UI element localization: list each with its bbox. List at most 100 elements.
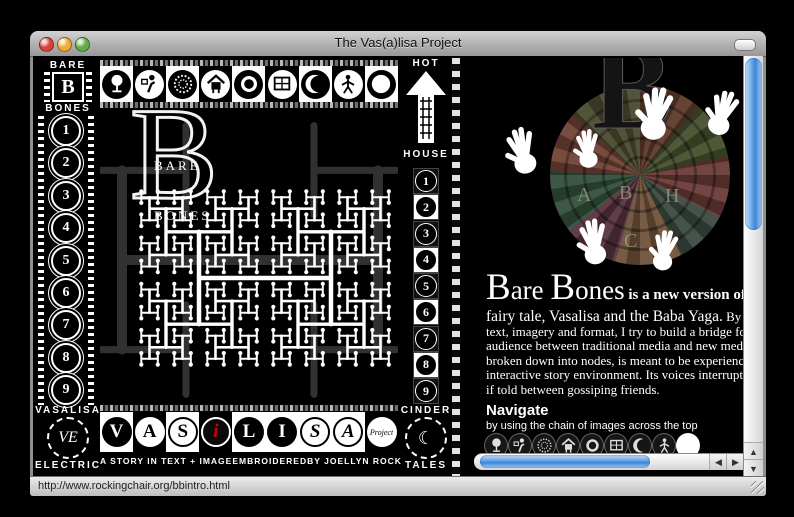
chapter-icon-link[interactable] xyxy=(232,66,265,102)
browser-content: BARE B BONES xyxy=(33,56,763,477)
paragraph-line: if told between gossiping friends. xyxy=(486,383,745,398)
chapter-number-link[interactable]: 9 xyxy=(51,375,81,405)
chain-border xyxy=(44,72,50,102)
chapter-icon-link[interactable] xyxy=(199,66,232,102)
intro-frame: B A B H C Bare Bones is a new version of… xyxy=(474,58,745,470)
bare-bones-corner-link[interactable]: BARE B BONES xyxy=(38,60,98,114)
bone-tree-panel: B BARE BONES xyxy=(100,110,398,405)
project-badge: Project xyxy=(365,412,398,452)
chapter-number-link[interactable]: 8 xyxy=(51,343,81,373)
corner-label: BARE xyxy=(50,60,86,71)
scroll-up-arrow[interactable]: ▲ xyxy=(744,442,763,460)
hand-icon xyxy=(571,214,617,269)
corner-label: VASALISA xyxy=(35,405,101,416)
chapter-number-link[interactable]: 2 xyxy=(51,148,81,178)
paragraph-line: broken down into nodes, is meant to be e… xyxy=(486,354,745,369)
horizontal-scrollbar[interactable]: ◀ ▶ xyxy=(474,453,745,470)
ornate-letter-tile: A xyxy=(332,412,365,452)
chapter-number-link[interactable]: 7 xyxy=(413,326,439,352)
chapter-number-link[interactable]: 2 xyxy=(413,194,439,220)
hot-house-link[interactable]: HOT HOUSE xyxy=(400,58,452,166)
hand-icon xyxy=(569,122,606,175)
ornamental-b: B BARE BONES xyxy=(130,116,230,252)
chapter-number-link[interactable]: 5 xyxy=(413,273,439,299)
chapter-icon-link[interactable] xyxy=(332,66,365,102)
corner-label: CINDER xyxy=(401,405,451,416)
horizontal-scrollbar-thumb[interactable] xyxy=(480,455,650,468)
status-url: http://www.rockingchair.org/bbintro.html xyxy=(38,480,230,492)
hand-icon xyxy=(697,82,745,143)
ornate-letter: S xyxy=(300,417,330,447)
toolbar-toggle-button[interactable] xyxy=(734,39,756,51)
ornate-letter-tile: S xyxy=(166,412,199,452)
left-chapter-column: 123456789 xyxy=(38,116,94,405)
chapter-icon-row xyxy=(100,66,398,102)
chapter-icon xyxy=(238,73,260,95)
chapter-number-link[interactable]: 5 xyxy=(51,246,81,276)
letter-b-tile: B xyxy=(52,72,84,102)
ve-monogram-logo: VE xyxy=(47,417,89,459)
scroll-down-arrow[interactable]: ▼ xyxy=(744,459,763,477)
chapter-number: 7 xyxy=(415,328,437,350)
chapter-number-link[interactable]: 1 xyxy=(51,116,81,146)
top-image-chain xyxy=(100,60,398,110)
navigate-icon xyxy=(560,437,577,454)
chain-border xyxy=(38,116,44,405)
ornate-letter-tile: i xyxy=(199,412,232,452)
chapter-number-link[interactable]: 9 xyxy=(413,378,439,404)
paragraph-line: interactive story environment. Its voice… xyxy=(486,368,745,383)
chapter-icon-link[interactable] xyxy=(265,66,298,102)
chapter-number-link[interactable]: 7 xyxy=(51,310,81,340)
bones-word: BONES xyxy=(154,208,212,224)
house-arrow-icon xyxy=(404,69,448,149)
vertical-scrollbar-thumb[interactable] xyxy=(745,58,762,230)
chapter-icon-link[interactable] xyxy=(365,66,398,102)
intro-headline: Bare Bones is a new version of xyxy=(486,266,745,309)
navigate-icon xyxy=(536,437,553,454)
chapter-icon-link[interactable] xyxy=(133,66,166,102)
ornate-letter: S xyxy=(168,417,198,447)
vasilisa-letters: V A S i L I S A xyxy=(100,412,398,452)
moon-logo: ☾ xyxy=(405,417,447,459)
chapter-number-link[interactable]: 3 xyxy=(51,181,81,211)
chapter-number: 3 xyxy=(415,223,437,245)
vertical-scrollbar[interactable]: ▲ ▼ xyxy=(743,56,763,477)
weave-border xyxy=(100,405,398,411)
chapter-number-link[interactable]: 8 xyxy=(413,352,439,378)
chapter-number-link[interactable]: 1 xyxy=(413,168,439,194)
banner-subtitle: A STORY IN TEXT + IMAGE EMBROIDERED BY J… xyxy=(100,456,398,466)
scroll-right-arrow[interactable]: ▶ xyxy=(726,454,744,470)
chapter-number: 2 xyxy=(415,196,437,218)
chain-border xyxy=(88,116,94,405)
chapter-icon-link[interactable] xyxy=(166,66,199,102)
chapter-icon xyxy=(337,73,359,95)
chapter-number: 5 xyxy=(415,275,437,297)
chapter-number-link[interactable]: 4 xyxy=(51,213,81,243)
resize-grip[interactable] xyxy=(751,481,764,494)
bare-word: BARE xyxy=(154,158,201,174)
navigate-icon xyxy=(488,437,505,454)
vasalisa-electric-link[interactable]: VASALISA VE ELECTRIC xyxy=(38,405,98,473)
chapter-number-link[interactable]: 6 xyxy=(413,299,439,325)
chapter-number-link[interactable]: 3 xyxy=(413,221,439,247)
chapter-icon-link[interactable] xyxy=(299,66,332,102)
status-bar: http://www.rockingchair.org/bbintro.html xyxy=(30,476,766,496)
chapter-icon-link[interactable] xyxy=(100,66,133,102)
navigate-subtext: by using the chain of images across the … xyxy=(486,420,698,432)
hand-icon xyxy=(496,120,547,180)
cinder-tales-link[interactable]: CINDER ☾ TALES xyxy=(400,405,452,473)
corner-label: HOT xyxy=(412,58,439,69)
navigate-icon xyxy=(584,437,601,454)
subtitle-mid: EMBROIDERED xyxy=(232,456,307,466)
chain-border xyxy=(86,72,92,102)
title-bar[interactable]: The Vas(a)lisa Project xyxy=(30,31,766,57)
scroll-left-arrow[interactable]: ◀ xyxy=(709,454,727,470)
chapter-number: 6 xyxy=(415,301,437,323)
ornate-letter-tile: L xyxy=(232,412,265,452)
navigate-icon xyxy=(680,437,697,454)
chapter-icon xyxy=(304,73,326,95)
ornate-letter-tile: S xyxy=(299,412,332,452)
chapter-number-link[interactable]: 4 xyxy=(413,247,439,273)
chapter-number-link[interactable]: 6 xyxy=(51,278,81,308)
paragraph-lines: text, imagery and format, I try to build… xyxy=(486,325,745,398)
